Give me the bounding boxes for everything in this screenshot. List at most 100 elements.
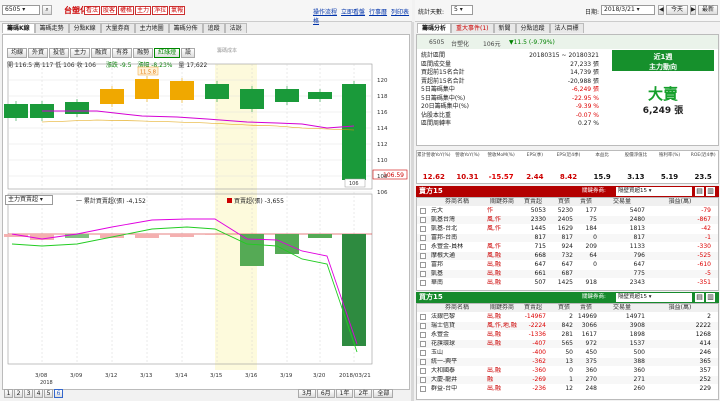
search-icon[interactable]: ⌕ (42, 5, 52, 15)
today-button[interactable]: 今天 (666, 5, 688, 15)
sell-col-head[interactable]: 買張 (555, 198, 573, 206)
header-link-2[interactable]: 行事曆 (369, 9, 387, 16)
table-row[interactable]: 富邦-台南 817 817 0 817 -1 (417, 234, 718, 242)
red-button-4[interactable]: 淨拉 (152, 6, 169, 15)
right-tab-3[interactable]: 分點追蹤 (515, 23, 550, 33)
red-button-3[interactable]: 主力 (135, 6, 152, 15)
row-checkbox[interactable] (420, 314, 426, 320)
row-checkbox[interactable] (420, 350, 426, 356)
row-checkbox[interactable] (420, 262, 426, 268)
red-button-5[interactable]: 氣報 (169, 6, 186, 15)
sell-col-head[interactable]: 賣張 (575, 198, 597, 206)
row-checkbox[interactable] (420, 226, 426, 232)
table-row[interactable]: 大和國泰 出,融 -360 0 360 360 357 (417, 367, 718, 375)
sell-broker-select[interactable]: 隔壁買超15 ▾ (616, 187, 692, 196)
red-button-2[interactable]: 權格 (118, 6, 135, 15)
row-checkbox[interactable] (420, 368, 426, 374)
row-checkbox[interactable] (420, 280, 426, 286)
sell-col-head[interactable]: 損益(萬) (649, 198, 711, 206)
red-button-1[interactable]: 股客 (101, 6, 118, 15)
right-tab-4[interactable]: 法人目標 (549, 23, 584, 33)
table-row[interactable]: 凱基台灣 風,作 2330 2405 75 2480 -867 (417, 216, 718, 224)
page-button-4[interactable]: 5 (44, 389, 53, 398)
table-row[interactable]: 法銀巴黎 出,融 -14967 2 14969 14971 2 (417, 313, 718, 321)
buy-col-head[interactable]: 買張 (555, 304, 573, 312)
buy-col-head[interactable]: 賣張 (575, 304, 597, 312)
row-checkbox[interactable] (420, 332, 426, 338)
row-checkbox[interactable] (420, 244, 426, 250)
main-tab-7[interactable]: 法說 (224, 23, 247, 33)
row-checkbox[interactable] (420, 386, 426, 392)
table-row[interactable]: 統一-興平 -362 13 375 388 365 (417, 358, 718, 366)
table-row[interactable]: 大慶-龍井 融 -269 1 270 271 252 (417, 376, 718, 384)
page-button-0[interactable]: 1 (4, 389, 13, 398)
table-row[interactable]: 摩根大通 風,融 668 732 64 796 -525 (417, 252, 718, 260)
header-link-0[interactable]: 操作流程 (313, 9, 337, 16)
table-row[interactable]: 瑞士信貸 風,作,地,融 -2224 842 3066 3908 2222 (417, 322, 718, 330)
table-row[interactable]: 凱基 出,融 661 687 775 -5 (417, 270, 718, 278)
next-icon[interactable]: ▶ (690, 5, 696, 15)
buy-col-head[interactable]: 損益(萬) (649, 304, 711, 312)
sell-col-head[interactable]: 關鍵券商 (487, 198, 517, 206)
main-tab-4[interactable]: 主力地圖 (134, 23, 169, 33)
table-row[interactable]: 富邦 出,融 647 647 0 647 -610 (417, 261, 718, 269)
range-button-4[interactable]: 全部 (373, 389, 394, 398)
row-checkbox[interactable] (420, 235, 426, 241)
indicator-select[interactable]: 主力買賣超 ▾ (5, 195, 53, 205)
date-picker[interactable]: 2018/3/21 ▾ (601, 5, 655, 15)
right-tab-0[interactable]: 籌碼分析 (417, 23, 452, 33)
buy-col-head[interactable]: 交易量 (599, 304, 645, 312)
sell-col-head[interactable]: 交易量 (599, 198, 645, 206)
header-link-1[interactable]: 立即看盤 (341, 9, 365, 16)
table-row[interactable]: 華南 出,融 507 1425 918 2343 -351 (417, 279, 718, 287)
page-button-2[interactable]: 3 (24, 389, 33, 398)
row-checkbox[interactable] (420, 253, 426, 259)
table-row[interactable]: 永豐金-員林 風,作 715 924 209 1133 -330 (417, 243, 718, 251)
sell-expand-icon[interactable]: ▥ (706, 187, 715, 196)
table-row[interactable]: 玉山 -400 50 450 500 246 (417, 349, 718, 357)
range-button-2[interactable]: 1年 (335, 389, 354, 398)
buy-col-head[interactable]: 關鍵券商 (487, 304, 517, 312)
table-row[interactable]: 永豐金 出,融 -1336 281 1617 1898 1268 (417, 331, 718, 339)
buy-print-icon[interactable]: ▤ (695, 293, 704, 302)
main-tab-6[interactable]: 追蹤 (202, 23, 225, 33)
row-checkbox[interactable] (420, 323, 426, 329)
page-button-1[interactable]: 2 (14, 389, 23, 398)
right-tab-1[interactable]: 重大事件(1) (451, 23, 494, 33)
buy-col-head[interactable]: 券商名稱 (431, 304, 483, 312)
right-tab-2[interactable]: 新聞 (493, 23, 516, 33)
latest-button[interactable]: 最新 (698, 5, 718, 15)
sell-col-head[interactable]: 買賣超 (520, 198, 546, 206)
range-button-0[interactable]: 3月 (298, 389, 316, 398)
main-tab-2[interactable]: 分點K線 (68, 23, 101, 33)
buy-broker-select[interactable]: 隔壁買超15 ▾ (616, 293, 692, 302)
row-checkbox[interactable] (420, 271, 426, 277)
range-button-3[interactable]: 2年 (354, 389, 373, 398)
range-button-1[interactable]: 6月 (316, 389, 335, 398)
row-checkbox[interactable] (420, 377, 426, 383)
table-row[interactable]: 元大 作 5053 5230 177 5407 -79 (417, 207, 718, 215)
prev-icon[interactable]: ◀ (658, 5, 664, 15)
buy-col-head[interactable]: 買賣超 (520, 304, 546, 312)
page-button-3[interactable]: 4 (34, 389, 43, 398)
row-checkbox[interactable] (420, 208, 426, 214)
table-row[interactable]: 群益-台中 出,融 -236 12 248 260 229 (417, 385, 718, 393)
red-button-0[interactable]: 看法 (84, 6, 101, 15)
stock-code-select[interactable]: 6505 ▾ (2, 5, 40, 15)
table-row[interactable]: 花旗環球 出,融 -407 565 972 1537 414 (417, 340, 718, 348)
sell-col-head[interactable]: 券商名稱 (431, 198, 483, 206)
page-button-5[interactable]: 6 (54, 389, 63, 398)
row-checkbox[interactable] (420, 217, 426, 223)
stat-row: 統計區間 20180315 ~ 20180321 (421, 52, 599, 61)
sell-print-icon[interactable]: ▤ (695, 187, 704, 196)
days-select[interactable]: 5 ▾ (451, 5, 473, 15)
main-tab-3[interactable]: 大量券商 (100, 23, 135, 33)
table-row[interactable]: 凱基-台北 風,作 1445 1629 184 1813 -42 (417, 225, 718, 233)
buy-expand-icon[interactable]: ▥ (706, 293, 715, 302)
main-tab-5[interactable]: 籌碼分佈 (168, 23, 203, 33)
main-tab-0[interactable]: 籌碼K線 (2, 23, 35, 33)
kline-chart[interactable]: 11.5.8 籌碼成本 106.59 106 12011811611411211… (2, 34, 410, 390)
row-checkbox[interactable] (420, 359, 426, 365)
main-tab-1[interactable]: 籌碼走勢 (34, 23, 69, 33)
row-checkbox[interactable] (420, 341, 426, 347)
